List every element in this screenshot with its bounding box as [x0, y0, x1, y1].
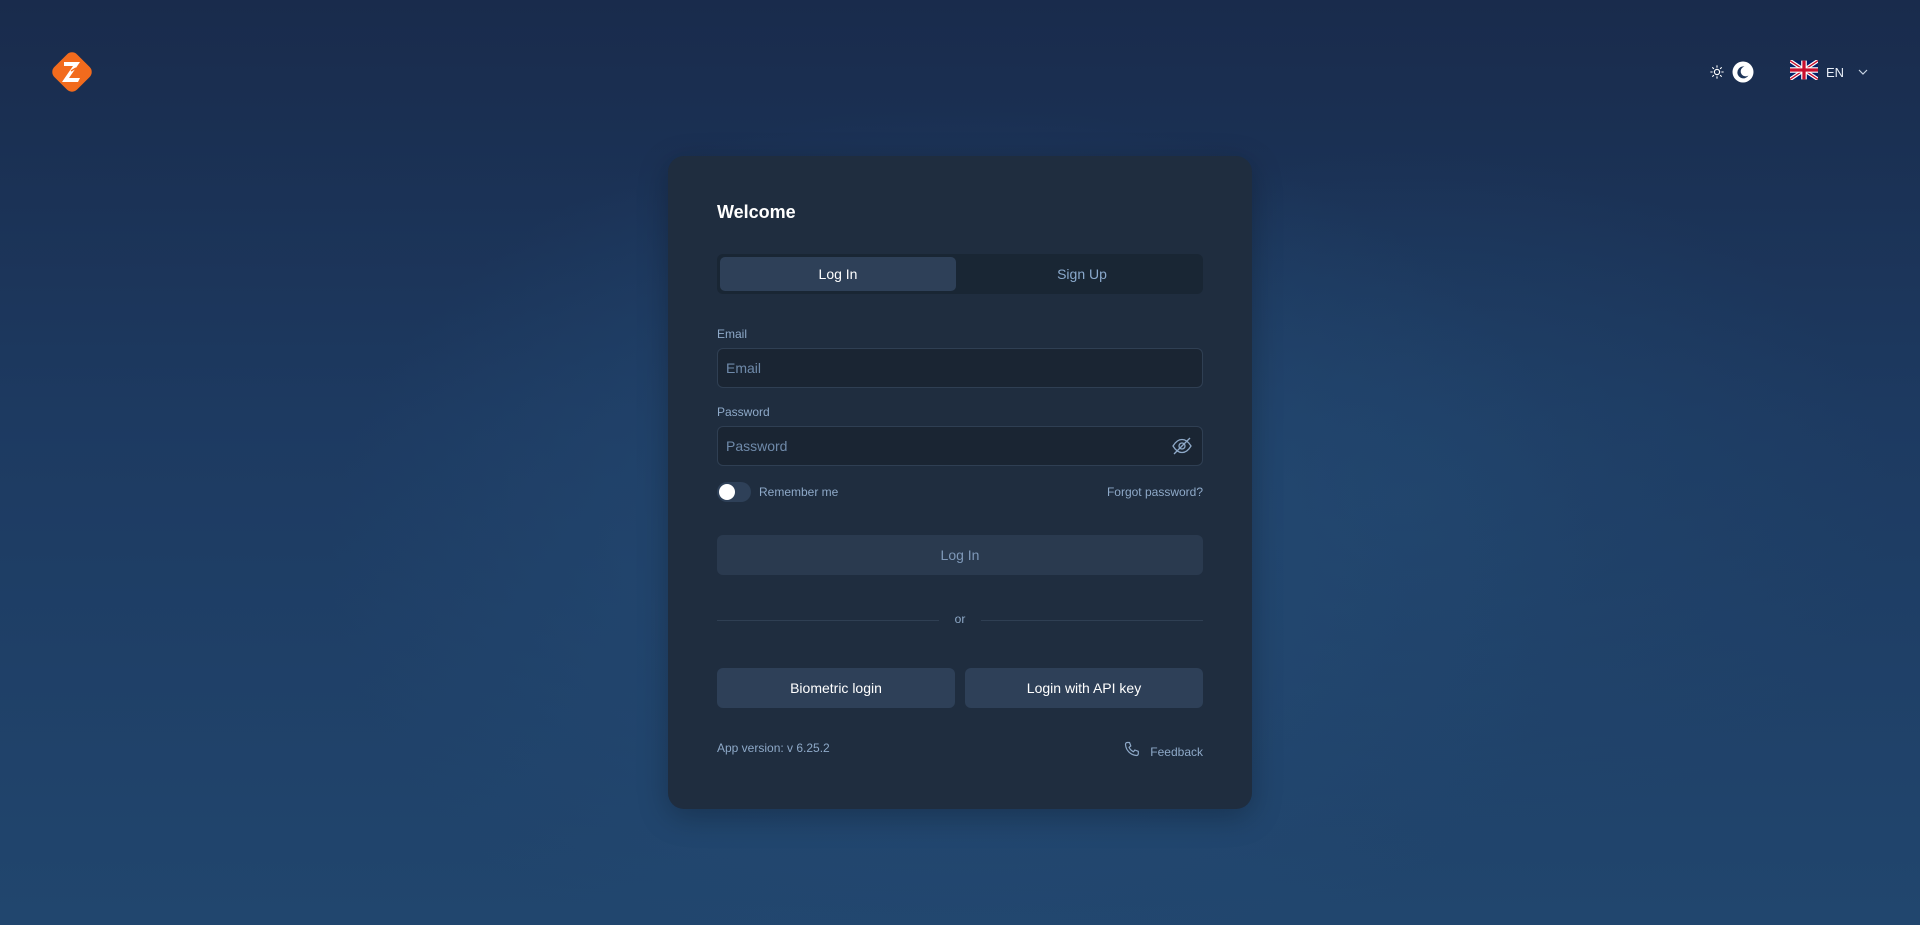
login-card: Welcome Log In Sign Up Email Password Re… [668, 156, 1252, 809]
app-logo [47, 47, 97, 97]
api-key-login-button[interactable]: Login with API key [965, 668, 1203, 708]
login-button[interactable]: Log In [717, 535, 1203, 575]
remember-me: Remember me [717, 482, 838, 502]
eye-off-icon[interactable] [1171, 435, 1193, 457]
toggle-knob [719, 484, 735, 500]
forgot-password-link[interactable]: Forgot password? [1107, 485, 1203, 499]
divider-text: or [954, 612, 966, 626]
language-code: EN [1825, 64, 1844, 80]
password-input[interactable] [717, 426, 1203, 466]
divider-line-right [981, 620, 1203, 621]
email-label: Email [717, 327, 748, 341]
remember-me-toggle[interactable] [717, 482, 751, 502]
email-input[interactable] [717, 348, 1203, 388]
auth-tabs: Log In Sign Up [717, 254, 1203, 294]
chevron-down-icon [1858, 69, 1868, 75]
tab-signup[interactable]: Sign Up [964, 257, 1200, 291]
remember-me-label: Remember me [759, 485, 839, 499]
theme-switch[interactable] [1710, 61, 1754, 83]
app-version: App version: v 6.25.2 [717, 741, 830, 755]
phone-icon [1124, 741, 1140, 762]
header-controls: EN [1710, 58, 1868, 85]
card-title: Welcome [717, 202, 796, 222]
feedback-label: Feedback [1150, 744, 1203, 759]
biometric-login-button[interactable]: Biometric login [717, 668, 955, 708]
tab-login[interactable]: Log In [720, 257, 956, 291]
sun-icon[interactable] [1710, 65, 1724, 79]
or-divider: or [717, 612, 1203, 628]
moon-icon[interactable] [1732, 61, 1754, 83]
uk-flag-icon [1788, 58, 1819, 85]
password-label: Password [717, 405, 770, 419]
logo-icon [52, 52, 92, 92]
feedback-link[interactable]: Feedback [1124, 741, 1203, 762]
language-selector[interactable]: EN [1788, 58, 1868, 85]
